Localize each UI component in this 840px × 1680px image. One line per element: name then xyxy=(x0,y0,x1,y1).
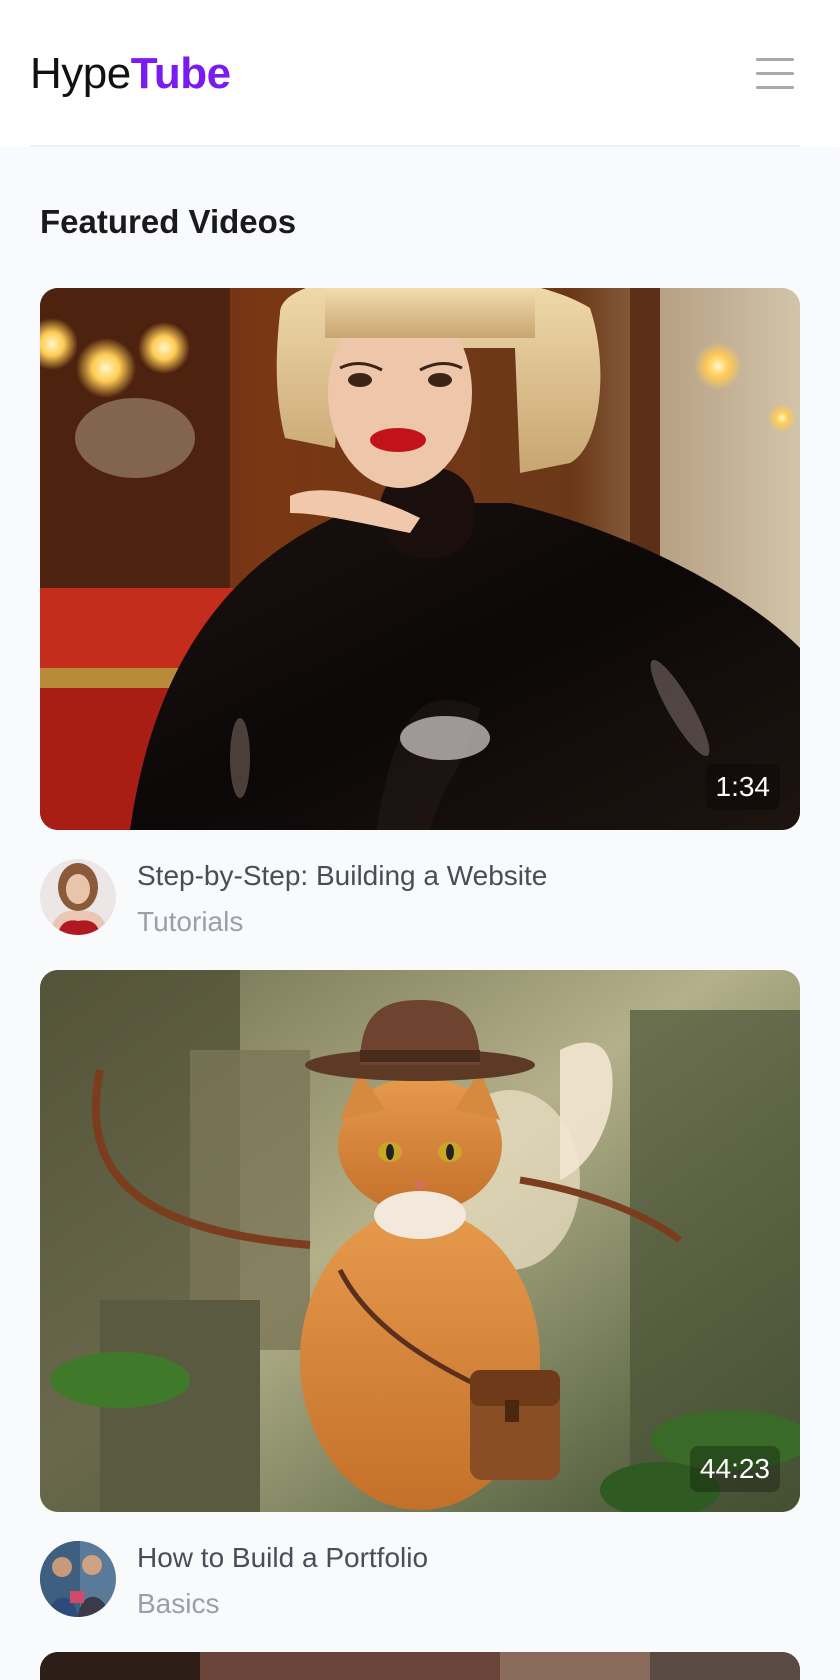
video-thumbnail[interactable]: 44:23 xyxy=(40,970,800,1512)
top-header: HypeTube xyxy=(0,0,840,147)
hypetube-logo[interactable]: HypeTube xyxy=(30,44,231,104)
logo-text-hype: Hype xyxy=(30,49,131,98)
video-category[interactable]: Tutorials xyxy=(137,904,243,940)
video-thumbnail[interactable]: 1:34 xyxy=(40,288,800,830)
video-card[interactable] xyxy=(40,1652,800,1680)
header-divider xyxy=(30,145,800,147)
section-title: Featured Videos xyxy=(40,203,297,240)
video-title[interactable]: How to Build a Portfolio xyxy=(137,1540,428,1576)
avatar-image xyxy=(40,1541,116,1617)
app-root: HypeTube Featured Videos 1:34 Step-by-St… xyxy=(0,0,840,1680)
video-card[interactable]: 44:23 How to Build a Portfolio Basics xyxy=(40,970,800,1620)
menu-bar-bottom xyxy=(756,86,794,89)
menu-bar-middle xyxy=(756,72,794,75)
video-thumbnail[interactable] xyxy=(40,1652,800,1680)
thumbnail-image-woman-in-latex xyxy=(40,288,800,830)
video-duration: 1:34 xyxy=(705,764,780,810)
avatar-image xyxy=(40,859,116,935)
video-category[interactable]: Basics xyxy=(137,1586,219,1622)
thumbnail-image-adventure-cat xyxy=(40,970,800,1512)
thumbnail-image-partial xyxy=(40,1652,800,1680)
video-card[interactable]: 1:34 Step-by-Step: Building a Website Tu… xyxy=(40,288,800,938)
logo-text-tube: Tube xyxy=(130,49,231,98)
hamburger-menu-icon[interactable] xyxy=(754,54,796,94)
channel-avatar[interactable] xyxy=(40,859,116,935)
video-title[interactable]: Step-by-Step: Building a Website xyxy=(137,858,547,894)
video-duration: 44:23 xyxy=(689,1446,780,1492)
channel-avatar[interactable] xyxy=(40,1541,116,1617)
menu-bar-top xyxy=(756,58,794,61)
